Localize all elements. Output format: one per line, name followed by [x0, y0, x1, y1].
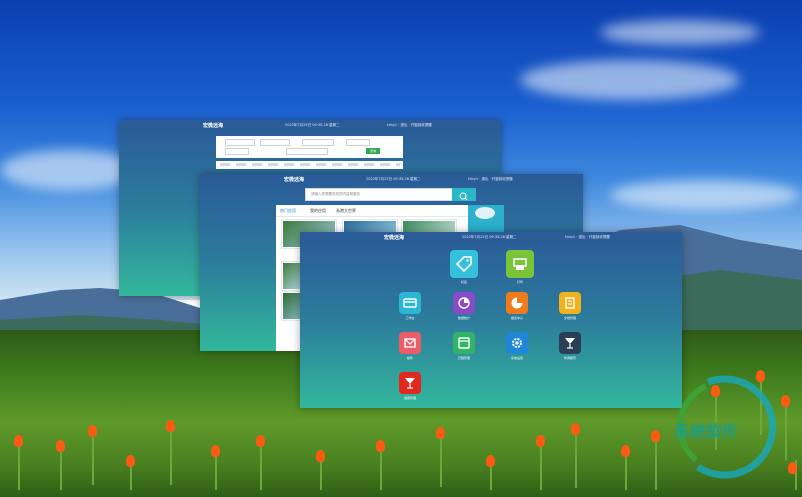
- filter-form: 查询: [216, 136, 403, 158]
- app-label: 健康管理: [403, 396, 416, 400]
- category-tabs: [216, 161, 403, 169]
- window-app-launcher[interactable]: 宏微远海 2023年7月25日 09:35:26 星期二 Hiny1 · 退出 …: [300, 232, 682, 408]
- user-info: Hiny1 · 退出 · 开窗回收提醒: [565, 235, 610, 239]
- document-icon: [559, 292, 581, 314]
- user-info: Hiny1 · 退出 · 开窗回收提醒: [387, 123, 432, 127]
- calendar-icon: [453, 332, 475, 354]
- app-schedule[interactable]: 日程管理: [444, 332, 484, 360]
- user-info: Hiny1 · 退出 · 开窗回收提醒: [468, 177, 513, 181]
- app-documents[interactable]: 文档管理: [550, 292, 590, 320]
- title-bar: 宏微远海 2023年7月25日 09:35:26 星期二 Hiny1 · 退出 …: [119, 120, 501, 132]
- app-tag[interactable]: 标签: [444, 250, 484, 284]
- tab-hot-apps[interactable]: 热门应用: [280, 208, 296, 214]
- tab-list[interactable]: [220, 163, 400, 166]
- watermark-text: 系统软件: [674, 422, 739, 441]
- tab-my-apps[interactable]: 我的应用: [310, 208, 326, 214]
- cloud: [610, 180, 800, 210]
- name-input[interactable]: [286, 148, 328, 155]
- pie-chart-icon: [453, 292, 475, 314]
- status-select[interactable]: [225, 148, 249, 155]
- tag-icon: [450, 250, 478, 278]
- app-label: 文档管理: [563, 316, 576, 320]
- app-reports[interactable]: 报表中心: [497, 292, 537, 320]
- app-label: 标签: [460, 280, 467, 284]
- app-label: 打印: [516, 280, 523, 284]
- keyword-input[interactable]: [302, 139, 334, 146]
- world-banner[interactable]: [468, 205, 504, 233]
- title-bar: 宏微远海 2023年7月25日 09:35:26 星期二 Hiny1 · 退出 …: [200, 174, 583, 186]
- search-input[interactable]: 请输入您想要查找的内容和服务: [305, 188, 453, 201]
- divider: [276, 216, 468, 217]
- app-workbench[interactable]: 工作台: [390, 292, 430, 320]
- app-title: 宏微远海: [203, 123, 224, 129]
- app-label: 工作台: [405, 316, 415, 320]
- cocktail-icon: [399, 372, 421, 394]
- search-icon: [459, 192, 468, 201]
- app-label: 数据统计: [457, 316, 470, 320]
- card-icon: [399, 292, 421, 314]
- app-leisure[interactable]: 休闲娱乐: [550, 332, 590, 360]
- search-placeholder: 请输入您想要查找的内容和服务: [311, 192, 360, 196]
- gear-icon: [506, 332, 528, 354]
- datetime: 2023年7月25日 09:35:26 星期二: [462, 235, 517, 239]
- app-label: 休闲娱乐: [563, 356, 576, 360]
- app-label: 报表中心: [510, 316, 523, 320]
- cocktail-icon: [559, 332, 581, 354]
- watermark-logo: 系统软件: [668, 372, 790, 482]
- type-select[interactable]: [346, 139, 370, 146]
- app-title: 宏微远海: [284, 177, 305, 183]
- title-bar: 宏微远海 2023年7月25日 09:35:26 星期二 Hiny1 · 退出 …: [300, 232, 682, 244]
- world-logo: [475, 207, 495, 219]
- app-health[interactable]: 健康管理: [390, 372, 430, 400]
- app-settings[interactable]: 系统设置: [497, 332, 537, 360]
- end-date-input[interactable]: [260, 139, 290, 146]
- app-label: 邮件: [406, 356, 413, 360]
- app-statistics[interactable]: 数据统计: [444, 292, 484, 320]
- search-button[interactable]: [452, 188, 476, 201]
- datetime: 2023年7月25日 09:35:26 星期二: [285, 123, 340, 127]
- pie-chart-icon: [506, 292, 528, 314]
- tab-world[interactable]: 浙港大世界: [336, 208, 356, 214]
- app-print[interactable]: 打印: [500, 250, 540, 284]
- query-button[interactable]: 查询: [366, 148, 380, 154]
- app-label: 日程管理: [457, 356, 470, 360]
- mail-icon: [399, 332, 421, 354]
- datetime: 2023年7月25日 09:35:26 星期二: [366, 177, 421, 181]
- start-date-input[interactable]: [225, 139, 255, 146]
- app-label: 系统设置: [510, 356, 523, 360]
- app-mail[interactable]: 邮件: [390, 332, 430, 360]
- app-title: 宏微远海: [384, 235, 405, 241]
- cloud: [600, 20, 760, 45]
- printer-icon: [506, 250, 534, 278]
- cloud: [520, 60, 740, 100]
